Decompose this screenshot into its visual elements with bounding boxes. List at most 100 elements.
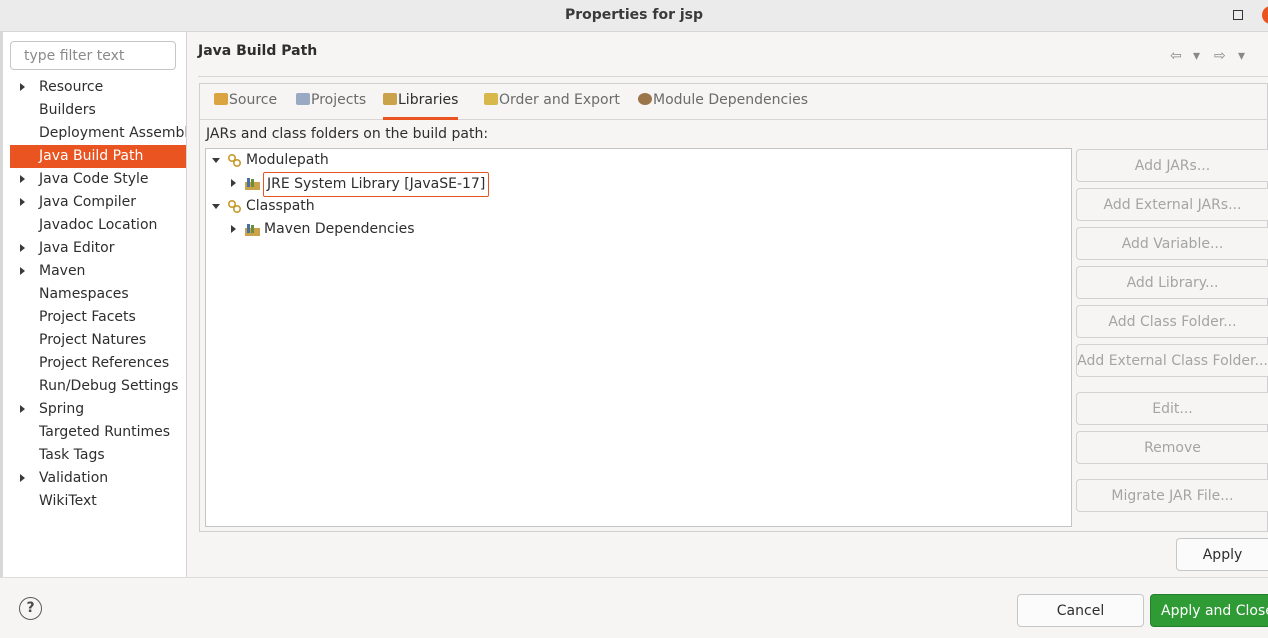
module-icon [638, 93, 652, 105]
sidebar-item-label: WikiText [39, 493, 97, 509]
sidebar-item-label: Validation [39, 470, 109, 486]
sidebar-item-label: Java Code Style [39, 171, 149, 187]
sidebar-item-spring[interactable]: Spring [10, 398, 186, 421]
sidebar-item-deployment-assembly[interactable]: Deployment Assembly [10, 122, 187, 145]
migrate-jar-button[interactable]: Migrate JAR File... [1076, 479, 1268, 512]
add-jars-button[interactable]: Add JARs... [1076, 149, 1268, 182]
sidebar-item-builders[interactable]: Builders [10, 99, 186, 122]
sidebar: Resource Builders Deployment Assembly Ja… [3, 32, 187, 577]
expand-arrow-icon[interactable] [20, 405, 25, 413]
dialog-footer: ? Cancel Apply and Close [0, 577, 1268, 638]
sidebar-item-label: Project Facets [39, 309, 136, 325]
help-icon[interactable]: ? [19, 597, 42, 620]
build-path-tree[interactable]: Modulepath JRE System Library [JavaSE-17… [205, 148, 1072, 527]
sidebar-item-label: Java Build Path [39, 148, 144, 164]
sidebar-item-targeted-runtimes[interactable]: Targeted Runtimes [10, 421, 186, 444]
tab-bar: Source Projects Libraries Order and Expo… [200, 84, 1268, 120]
window-title: Properties for jsp [564, 7, 704, 23]
tree-node-label: Maven Dependencies [264, 221, 415, 237]
apply-button[interactable]: Apply [1176, 538, 1268, 571]
expand-arrow-icon[interactable] [20, 175, 25, 183]
sidebar-item-project-facets[interactable]: Project Facets [10, 306, 186, 329]
sidebar-item-label: Project Natures [39, 332, 147, 348]
add-class-folder-button[interactable]: Add Class Folder... [1076, 305, 1268, 338]
add-external-jars-button[interactable]: Add External JARs... [1076, 188, 1268, 221]
source-folder-icon [214, 93, 228, 105]
edit-button[interactable]: Edit... [1076, 392, 1268, 425]
add-library-button[interactable]: Add Library... [1076, 266, 1268, 299]
sidebar-item-maven[interactable]: Maven [10, 260, 186, 283]
tab-label: Order and Export [499, 92, 620, 108]
sidebar-item-label: Run/Debug Settings [39, 378, 179, 394]
back-arrow-icon[interactable]: ⇦ [1170, 48, 1182, 64]
maximize-icon[interactable] [1233, 10, 1243, 20]
sidebar-item-java-build-path[interactable]: Java Build Path [10, 145, 186, 168]
sidebar-item-java-compiler[interactable]: Java Compiler [10, 191, 186, 214]
properties-page: Java Build Path ⇦ ▾ ⇨ ▾ Source Projects … [188, 32, 1268, 577]
sidebar-item-namespaces[interactable]: Namespaces [10, 283, 186, 306]
tab-label: Source [229, 92, 278, 108]
expand-arrow-icon[interactable] [231, 225, 236, 233]
add-variable-button[interactable]: Add Variable... [1076, 227, 1268, 260]
sidebar-item-run-debug-settings[interactable]: Run/Debug Settings [10, 375, 186, 398]
sidebar-item-label: Spring [39, 401, 85, 417]
sidebar-item-project-references[interactable]: Project References [10, 352, 186, 375]
sidebar-item-label: Maven [39, 263, 86, 279]
sidebar-item-task-tags[interactable]: Task Tags [10, 444, 186, 467]
expand-arrow-icon[interactable] [20, 244, 25, 252]
library-icon [245, 224, 260, 236]
page-title: Java Build Path [198, 43, 318, 59]
classpath-container-icon [227, 153, 242, 168]
header-divider [198, 76, 1268, 77]
cancel-button[interactable]: Cancel [1017, 594, 1144, 627]
sidebar-item-resource[interactable]: Resource [10, 76, 186, 99]
sidebar-item-label: Deployment Assembly [39, 125, 187, 141]
tab-label: Module Dependencies [653, 92, 808, 108]
sidebar-nav: Resource Builders Deployment Assembly Ja… [3, 76, 187, 513]
remove-button[interactable]: Remove [1076, 431, 1268, 464]
tree-node-label: Modulepath [246, 152, 329, 168]
collapse-arrow-icon[interactable] [212, 158, 220, 163]
tab-libraries[interactable]: Libraries [383, 92, 459, 120]
sidebar-item-label: Targeted Runtimes [39, 424, 171, 440]
projects-folder-icon [296, 93, 310, 105]
tab-label: Libraries [398, 92, 459, 108]
sidebar-item-label: Resource [39, 79, 104, 95]
sidebar-item-label: Java Compiler [39, 194, 137, 210]
title-bar: Properties for jsp [0, 0, 1268, 32]
expand-arrow-icon[interactable] [20, 198, 25, 206]
forward-arrow-icon[interactable]: ⇨ [1214, 48, 1226, 64]
apply-and-close-button[interactable]: Apply and Close [1150, 594, 1268, 627]
collapse-arrow-icon[interactable] [212, 204, 220, 209]
expand-arrow-icon[interactable] [20, 474, 25, 482]
sidebar-item-label: Builders [39, 102, 96, 118]
tab-projects[interactable]: Projects [296, 92, 366, 120]
tab-order-and-export[interactable]: Order and Export [484, 92, 620, 120]
sidebar-item-validation[interactable]: Validation [10, 467, 186, 490]
sidebar-item-label: Task Tags [39, 447, 105, 463]
sidebar-item-java-editor[interactable]: Java Editor [10, 237, 186, 260]
filter-input[interactable] [10, 41, 176, 70]
sidebar-item-javadoc-location[interactable]: Javadoc Location [10, 214, 186, 237]
sidebar-item-label: Java Editor [39, 240, 115, 256]
library-icon [245, 178, 260, 190]
sidebar-item-java-code-style[interactable]: Java Code Style [10, 168, 186, 191]
add-external-class-folder-button[interactable]: Add External Class Folder... [1076, 344, 1268, 377]
sidebar-item-label: Javadoc Location [39, 217, 158, 233]
build-path-label: JARs and class folders on the build path… [206, 126, 489, 142]
forward-dropdown-icon[interactable]: ▾ [1238, 48, 1245, 64]
classpath-container-icon [227, 199, 242, 214]
tab-source[interactable]: Source [214, 92, 277, 120]
sidebar-item-project-natures[interactable]: Project Natures [10, 329, 186, 352]
tab-module-dependencies[interactable]: Module Dependencies [638, 92, 808, 120]
sidebar-item-label: Namespaces [39, 286, 129, 302]
expand-arrow-icon[interactable] [231, 179, 236, 187]
tab-label: Projects [311, 92, 367, 108]
expand-arrow-icon[interactable] [20, 267, 25, 275]
sidebar-item-label: Project References [39, 355, 170, 371]
back-dropdown-icon[interactable]: ▾ [1193, 48, 1200, 64]
sidebar-item-wikitext[interactable]: WikiText [10, 490, 186, 513]
expand-arrow-icon[interactable] [20, 83, 25, 91]
order-export-icon [484, 93, 498, 105]
libraries-icon [383, 93, 397, 105]
